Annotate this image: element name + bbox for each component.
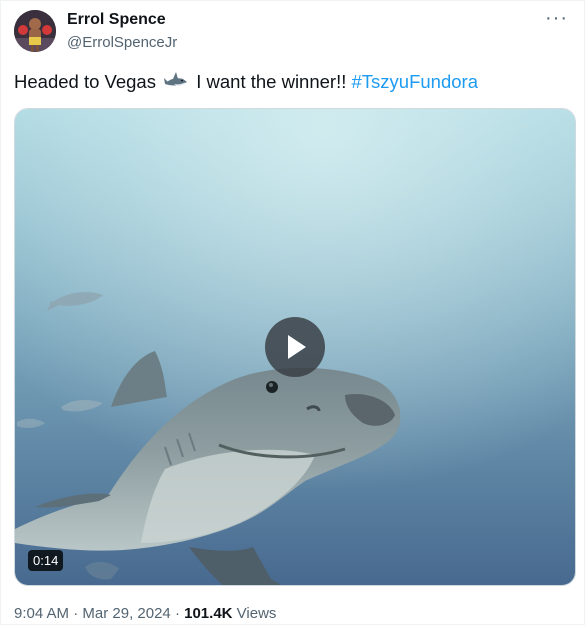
views-count[interactable]: 101.4K <box>184 605 232 622</box>
play-icon <box>288 335 306 359</box>
tweet-card: Errol Spence @ErrolSpenceJr ··· Headed t… <box>0 0 585 625</box>
author-handle[interactable]: @ErrolSpenceJr <box>67 34 177 51</box>
meta-separator: · <box>174 605 180 622</box>
tweet-metadata: 9:04 AM · Mar 29, 2024 · 101.4K Views <box>14 605 276 622</box>
video-player[interactable]: 0:14 <box>14 108 576 586</box>
author-avatar[interactable] <box>14 10 56 52</box>
tweet-text-end: I want the winner!! <box>196 71 352 92</box>
hashtag-link[interactable]: #TszyuFundora <box>352 71 478 92</box>
video-duration-badge: 0:14 <box>28 550 64 571</box>
shark-emoji-icon <box>164 69 188 97</box>
tweet-date[interactable]: Mar 29, 2024 <box>82 605 170 622</box>
boxer-avatar-icon <box>14 10 56 52</box>
more-dots-icon[interactable]: ··· <box>545 7 568 30</box>
tweet-text-start: Headed to Vegas <box>14 71 156 92</box>
meta-separator: · <box>73 605 79 622</box>
tweet-text: Headed to Vegas I want the winner!! #Tsz… <box>14 69 478 97</box>
play-button[interactable] <box>265 317 325 377</box>
tweet-time[interactable]: 9:04 AM <box>14 605 69 622</box>
author-display-name[interactable]: Errol Spence <box>67 11 166 29</box>
views-label: Views <box>236 605 277 622</box>
